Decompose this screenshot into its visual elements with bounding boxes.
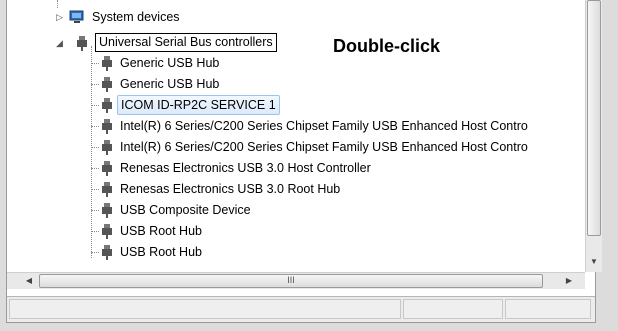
- horizontal-scrollbar[interactable]: ◀ III ▶: [7, 272, 585, 289]
- tree-device-label: Generic USB Hub: [120, 77, 220, 91]
- tree-line: [57, 0, 58, 8]
- computer-icon: [69, 10, 84, 23]
- tree-device-item[interactable]: Intel(R) 6 Series/C200 Series Chipset Fa…: [91, 137, 585, 157]
- tree-device-label: Renesas Electronics USB 3.0 Host Control…: [120, 161, 371, 175]
- status-bar-cell: [9, 299, 401, 319]
- tree-device-label: USB Root Hub: [120, 245, 202, 259]
- usb-plug-icon: [102, 203, 112, 218]
- collapse-arrow-icon[interactable]: ◢: [55, 39, 64, 48]
- scroll-grip-icon: III: [287, 275, 295, 285]
- tree-device-label: Renesas Electronics USB 3.0 Root Hub: [120, 182, 341, 196]
- tree-device-item[interactable]: Generic USB Hub: [91, 53, 291, 73]
- tree-device-item[interactable]: Renesas Electronics USB 3.0 Root Hub: [91, 179, 391, 199]
- tree-device-item[interactable]: Generic USB Hub: [91, 74, 291, 94]
- tree-category-label: Universal Serial Bus controllers: [95, 33, 277, 52]
- vertical-scrollbar[interactable]: ▼: [585, 0, 602, 272]
- usb-plug-icon: [102, 119, 112, 134]
- status-bar-cell: [403, 299, 503, 319]
- tree-device-label: Generic USB Hub: [120, 56, 220, 70]
- usb-plug-icon: [102, 182, 112, 197]
- tree-device-label: ICOM ID-RP2C SERVICE 1: [117, 95, 280, 115]
- expand-arrow-icon[interactable]: ▷: [55, 13, 64, 22]
- usb-plug-icon: [102, 140, 112, 155]
- tree-device-label: Intel(R) 6 Series/C200 Series Chipset Fa…: [120, 119, 528, 133]
- scroll-down-arrow-icon[interactable]: ▼: [586, 254, 602, 270]
- device-manager-window: ▷ System devices ◢ Universal Serial Bus …: [6, 0, 602, 323]
- status-bar: [7, 296, 595, 322]
- status-bar-cell: [505, 299, 591, 319]
- tree-device-item[interactable]: USB Composite Device: [91, 200, 331, 220]
- usb-plug-icon: [77, 36, 87, 51]
- tree-device-label: USB Root Hub: [120, 224, 202, 238]
- tree-category-system-devices[interactable]: ▷ System devices: [56, 7, 361, 27]
- tree-category-label: System devices: [92, 10, 180, 24]
- tree-category-usb-controllers[interactable]: ◢ Universal Serial Bus controllers: [56, 33, 321, 53]
- tree-device-item-selected[interactable]: ICOM ID-RP2C SERVICE 1: [91, 95, 331, 115]
- usb-plug-icon: [102, 77, 112, 92]
- scroll-left-arrow-icon[interactable]: ◀: [21, 273, 37, 289]
- horizontal-scroll-thumb[interactable]: III: [39, 274, 543, 288]
- scroll-right-arrow-icon[interactable]: ▶: [561, 273, 577, 289]
- double-click-annotation: Double-click: [333, 36, 441, 56]
- usb-plug-icon: [102, 56, 112, 71]
- usb-plug-icon: [102, 224, 112, 239]
- device-tree[interactable]: ▷ System devices ◢ Universal Serial Bus …: [7, 0, 585, 272]
- tree-device-label: USB Composite Device: [120, 203, 251, 217]
- tree-device-item[interactable]: USB Root Hub: [91, 242, 291, 262]
- tree-device-item[interactable]: Renesas Electronics USB 3.0 Host Control…: [91, 158, 391, 178]
- tree-device-label: Intel(R) 6 Series/C200 Series Chipset Fa…: [120, 140, 528, 154]
- tree-device-item[interactable]: USB Root Hub: [91, 221, 291, 241]
- usb-plug-icon: [102, 161, 112, 176]
- usb-plug-icon: [102, 245, 112, 260]
- usb-plug-icon: [102, 98, 112, 113]
- vertical-scroll-thumb[interactable]: [587, 0, 601, 236]
- tree-device-item[interactable]: Intel(R) 6 Series/C200 Series Chipset Fa…: [91, 116, 585, 136]
